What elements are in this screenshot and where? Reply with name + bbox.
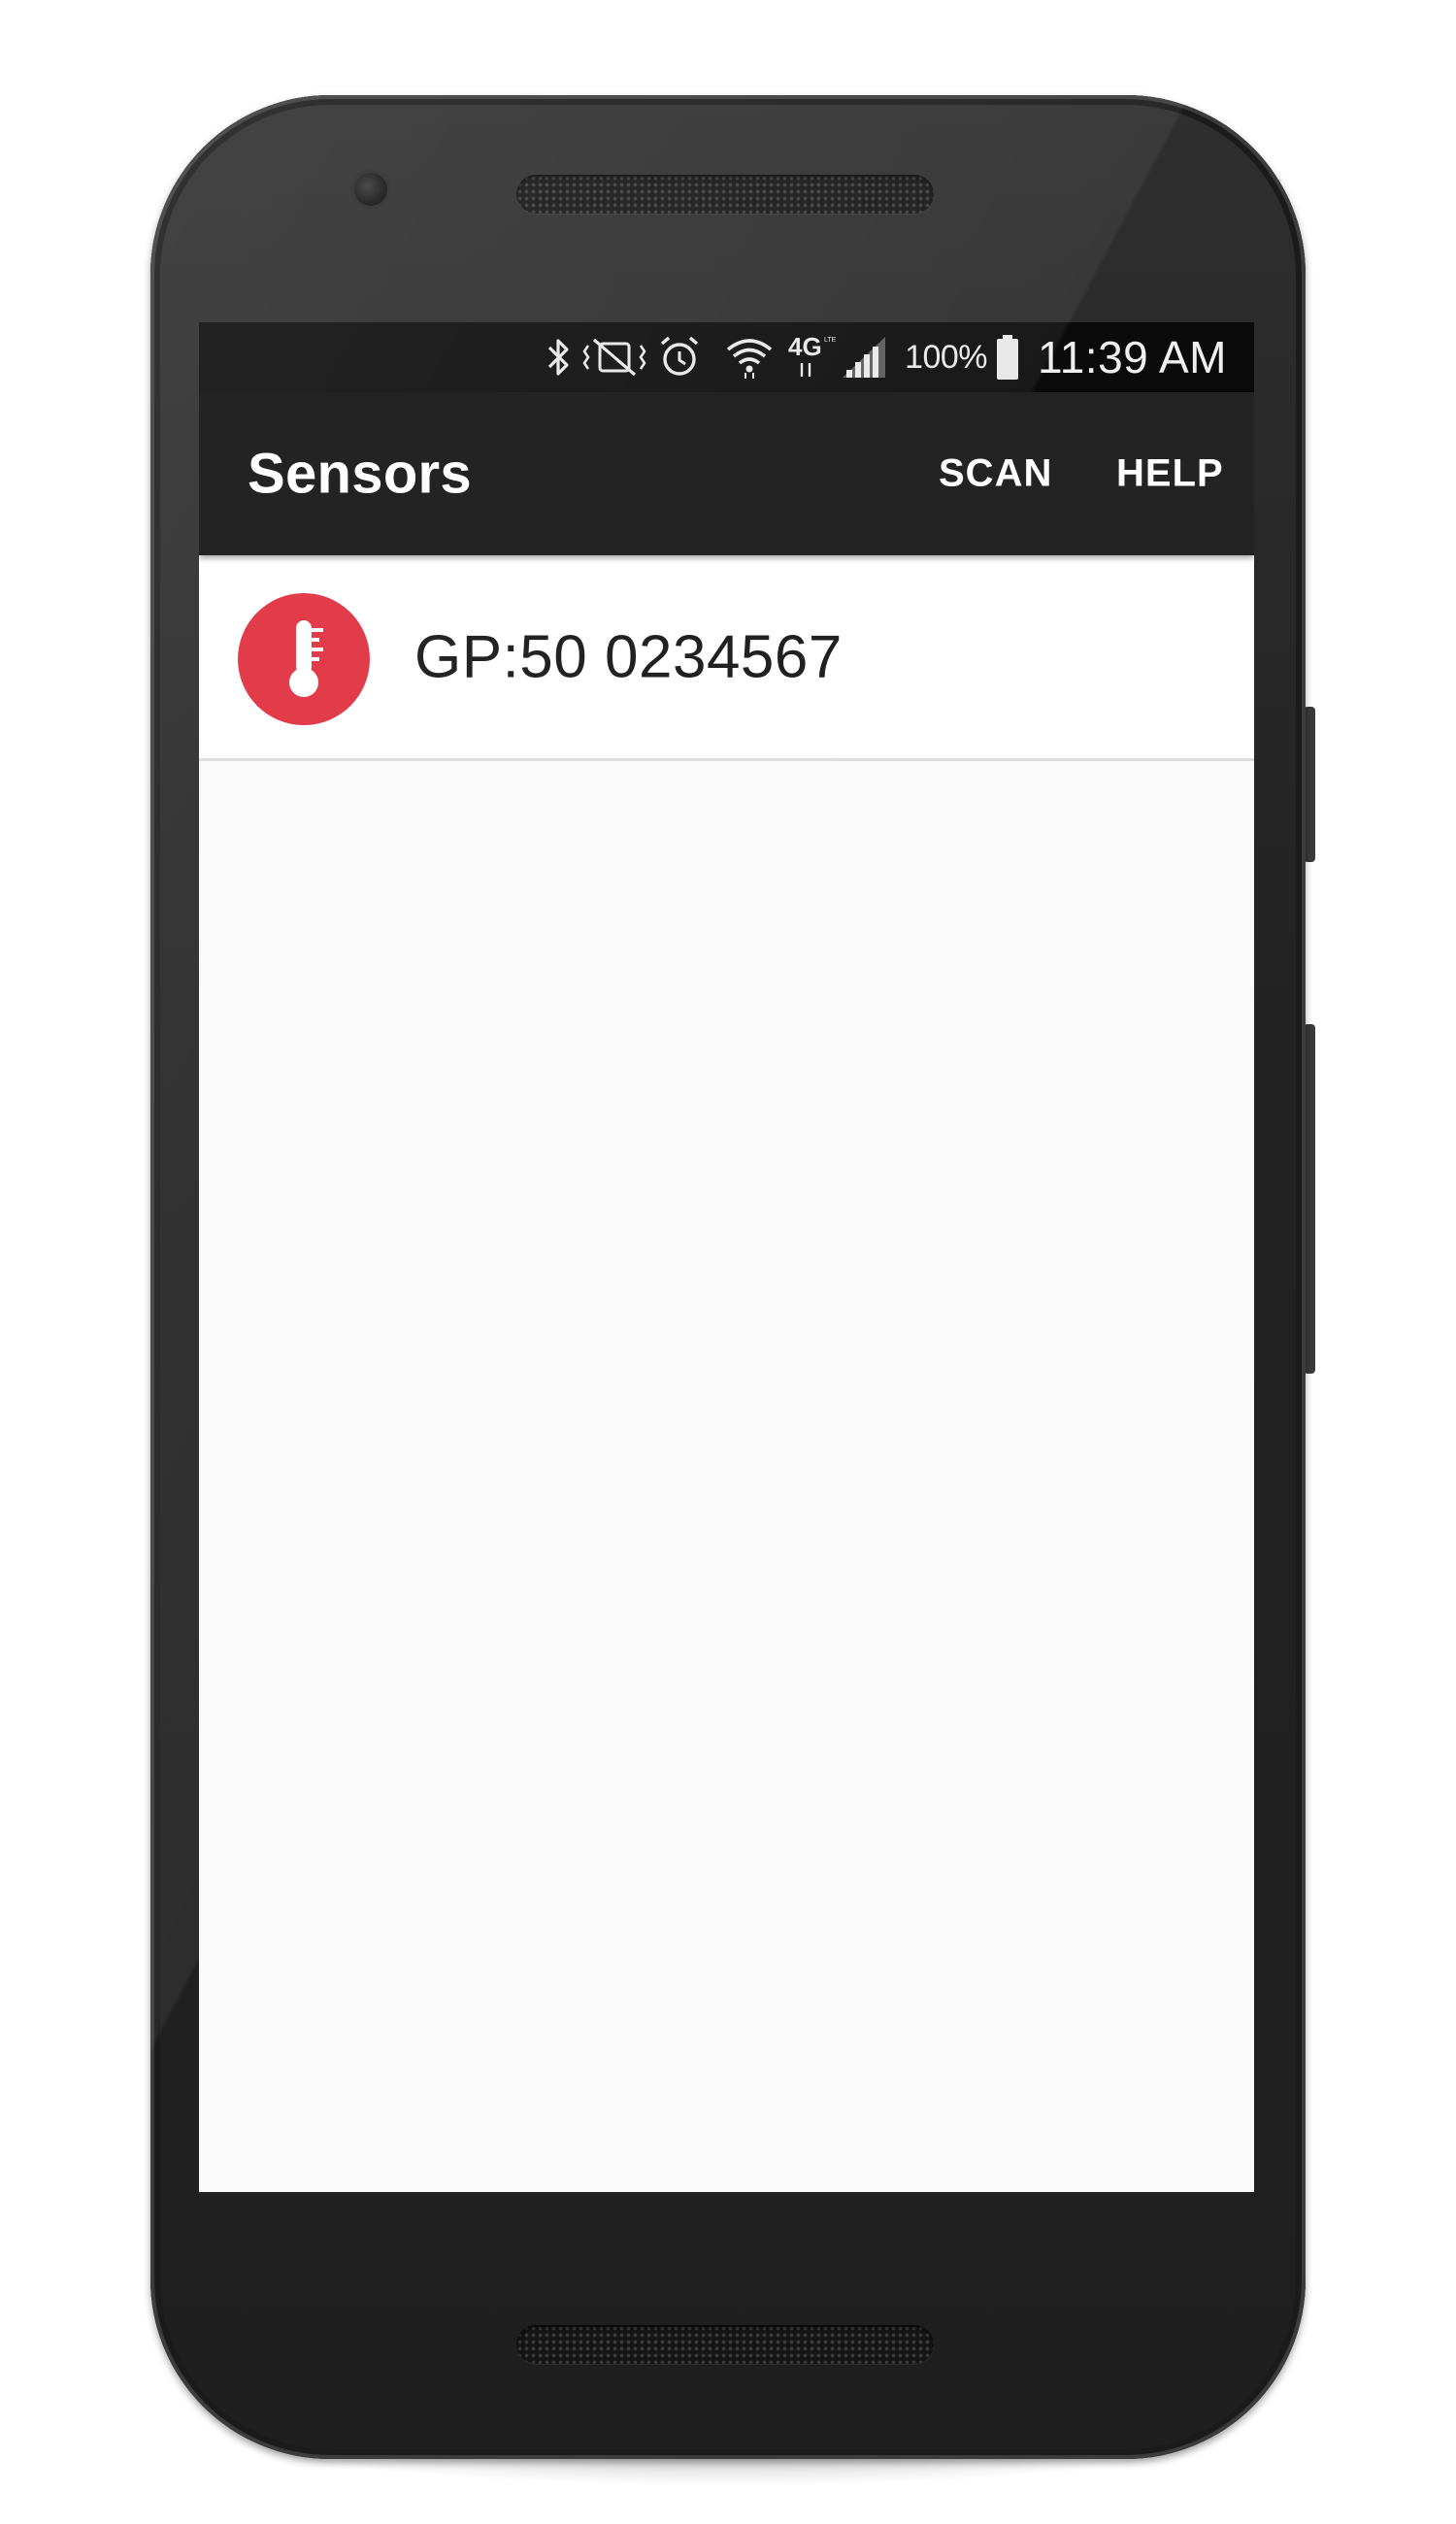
vibrate-off-icon (582, 330, 646, 384)
svg-text:LTE: LTE (824, 337, 837, 344)
scan-button[interactable]: SCAN (939, 452, 1052, 496)
status-bar: 4G LTE 100% 11:39 AM (199, 322, 1254, 392)
top-speaker-grille (516, 175, 934, 214)
bottom-speaker-grille (516, 2325, 934, 2364)
thermometer-icon (238, 593, 370, 725)
help-button[interactable]: HELP (1116, 452, 1224, 496)
clock: 11:39 AM (1038, 332, 1227, 382)
signal-icon (841, 330, 889, 384)
bluetooth-icon (546, 330, 573, 384)
alarm-icon (656, 330, 703, 384)
sensor-list-item[interactable]: GP:50 0234567 (199, 555, 1254, 761)
sensor-name: GP:50 0234567 (414, 623, 843, 690)
battery-icon (995, 330, 1020, 384)
page-title: Sensors (248, 442, 472, 506)
front-camera (354, 173, 387, 206)
stage: 4G LTE 100% 11:39 AM Sensors SCAN HELP G… (0, 0, 1456, 2524)
phone-frame: 4G LTE 100% 11:39 AM Sensors SCAN HELP G… (150, 95, 1306, 2459)
4g-lte-icon: 4G LTE (788, 330, 839, 384)
battery-percent: 100% (905, 338, 988, 376)
app-bar: Sensors SCAN HELP (199, 392, 1254, 555)
wifi-icon (724, 330, 775, 384)
screen: 4G LTE 100% 11:39 AM Sensors SCAN HELP G… (199, 322, 1254, 2192)
sensor-list: GP:50 0234567 (199, 555, 1254, 761)
network-label: 4G (788, 332, 822, 361)
